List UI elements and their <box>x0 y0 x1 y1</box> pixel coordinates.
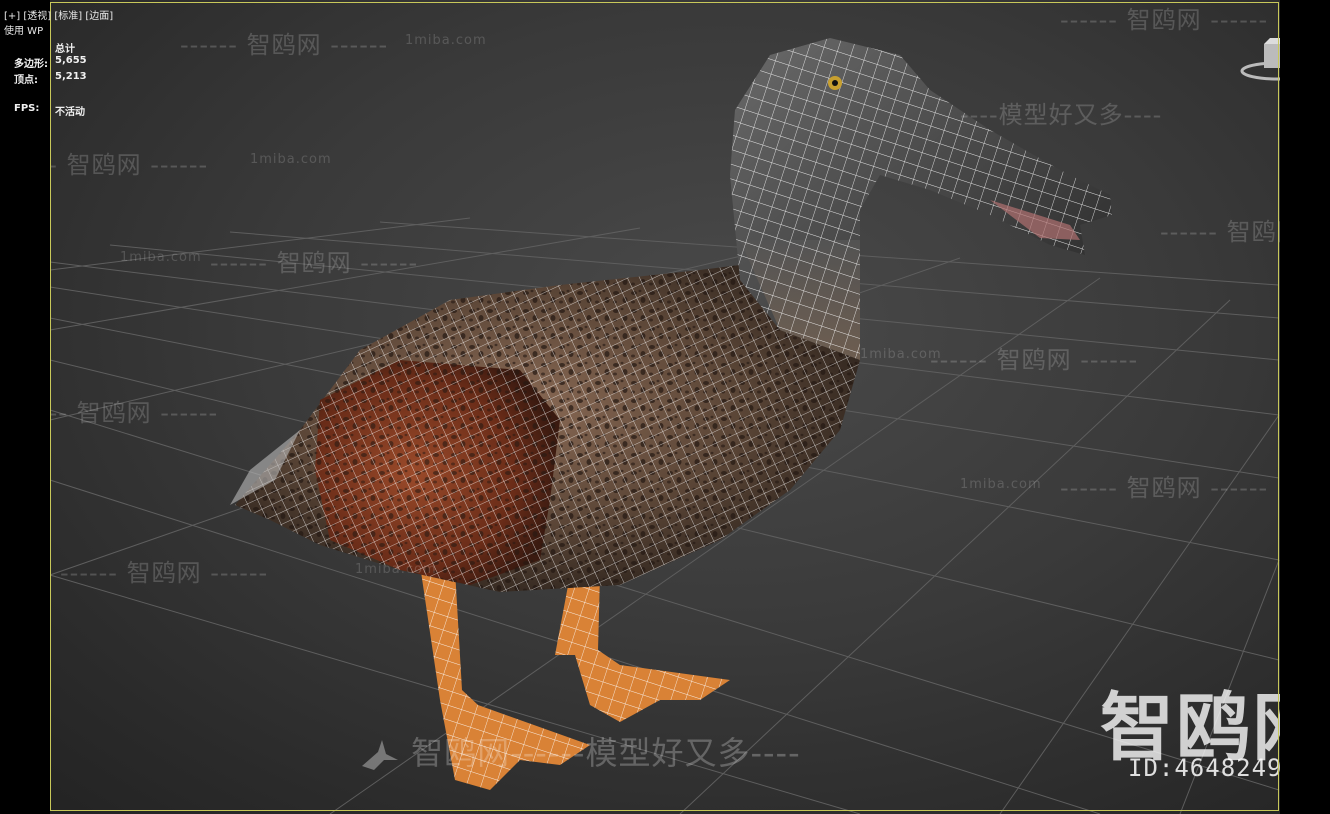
watermark-slogan-text: 智鸥网------模型好又多---- <box>411 734 801 772</box>
stats-vertices-value: 5,213 <box>55 71 87 82</box>
watermark-text: ------ 智鸥网 ------ <box>210 249 419 277</box>
watermark-text: ------ 智鸥网 ------ <box>60 559 269 587</box>
3d-viewport[interactable]: ------ 智鸥网 ------ 1miba.com ------ 智鸥网 -… <box>0 0 1330 814</box>
watermark-domain: 1miba.com <box>405 33 487 48</box>
stats-polygons-label: 多边形: <box>14 59 48 70</box>
watermark-text: ------ 智鸥网 ------ <box>1060 474 1269 502</box>
viewport-label-bar[interactable]: [+] [透视] [标准] [边面] <box>4 7 113 22</box>
stats-vertices-label: 顶点: <box>14 75 38 86</box>
viewport-menu-shading[interactable]: [标准] <box>54 11 82 22</box>
watermark-domain: 1miba.com <box>120 250 202 265</box>
viewport-menu-plus[interactable]: [+] <box>4 11 20 22</box>
stats-fps-label: FPS: <box>14 103 40 114</box>
stats-polygons-value: 5,655 <box>55 55 87 66</box>
viewport-menu-view[interactable]: [透视] <box>23 11 51 22</box>
right-panel-strip <box>1280 0 1330 814</box>
watermark-domain: 1miba.com <box>960 477 1042 492</box>
bird-logo-icon <box>360 738 400 772</box>
left-panel-strip <box>0 0 50 814</box>
watermark-slogan-bottom: 智鸥网------模型好又多---- <box>360 728 801 774</box>
duck-head <box>730 38 1112 360</box>
stats-header: 总计 <box>55 44 75 55</box>
watermark-text: ------ 智鸥网 ------ <box>930 346 1139 374</box>
watermark-text: ------ 智鸥网 ------ <box>180 31 389 59</box>
watermark-domain: 1miba.com <box>355 562 437 577</box>
watermark-text: ----模型好又多---- <box>960 101 1163 129</box>
viewport-menu-edges[interactable]: [边面] <box>85 11 113 22</box>
watermark-text: ------ 智鸥网 ------ <box>1060 6 1269 34</box>
stats-fps-value: 不活动 <box>55 107 85 118</box>
watermark-domain: 1miba.com <box>250 152 332 167</box>
viewport-sub-label: 使用 WP <box>4 26 44 37</box>
